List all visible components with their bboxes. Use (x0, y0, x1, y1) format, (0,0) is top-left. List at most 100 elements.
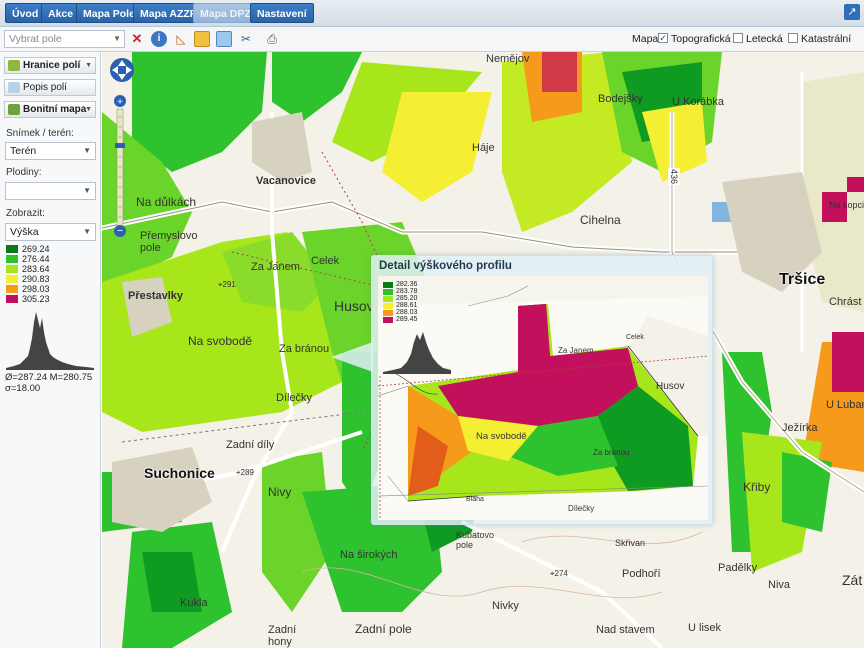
map-label-u-lubana: U Lubana (826, 399, 864, 411)
zobrazit-value: Výška (10, 226, 39, 238)
detail-height-map (378, 276, 708, 520)
map-label-padelky: Padělky (718, 562, 758, 574)
nav-uvod-button[interactable]: Úvod (5, 3, 46, 23)
scissors-icon[interactable]: ✂ (238, 31, 254, 47)
nav-nastaveni-button[interactable]: Nastavení (250, 3, 314, 23)
map-label-niva: Niva (768, 579, 791, 591)
external-link-icon[interactable]: ↗ (844, 4, 860, 20)
map-label-cihelna: Cihelna (580, 213, 621, 227)
svg-text:+: + (117, 97, 123, 108)
chevron-down-icon: ▼ (113, 34, 121, 43)
katastralni-label: Katastrální (801, 33, 852, 45)
map-label-kriby: Křiby (743, 480, 771, 494)
layers-icon[interactable] (216, 31, 232, 47)
plodiny-label: Plodiny: (6, 167, 42, 178)
toolbar: Vybrat pole ▼ ✕ i ◺ ✂ ⎙ Mapa: ✓ Topograf… (0, 27, 864, 52)
zobrazit-label: Zobrazit: (6, 208, 45, 219)
map-label-jezirka: Ježírka (782, 422, 818, 434)
spot-height: ⌖289 (236, 468, 254, 477)
detail-label-husov: Husov (656, 381, 685, 392)
chevron-down-icon: ▼ (85, 62, 92, 69)
map-label-trsice: Tršice (779, 271, 826, 288)
map-label-vacanovice: Vacanovice (256, 175, 316, 187)
detail-title: Detail výškového profilu (379, 260, 512, 272)
chevron-down-icon: ▼ (85, 106, 92, 113)
map-label-zadni-pole: Zadní pole (355, 622, 412, 636)
chevron-down-icon: ▼ (83, 227, 91, 236)
map-label-na-svobode: Na svobodě (188, 334, 253, 348)
map-label-chrast: Chrást (829, 296, 862, 308)
topograficka-checkbox[interactable]: ✓ (658, 33, 668, 43)
map-label-podhori: Podhoří (622, 568, 661, 580)
detail-histogram (383, 332, 451, 374)
map-label-zat: Zát (842, 572, 863, 588)
layer-label: Popis polí (23, 82, 67, 93)
detail-label-celek: Celek (626, 334, 644, 341)
map-label-nemejov: Nemějov (486, 53, 530, 65)
detail-pointer (331, 342, 373, 372)
map-label-nivky: Nivky (492, 600, 519, 612)
layer-hranice-poli-button[interactable]: Hranice polí ▼ (4, 57, 96, 74)
detail-label-za-branou: Za bránou (593, 448, 630, 457)
detail-label-blana: Blana (466, 496, 484, 503)
map-label-bodejsky: Bodejšky (598, 93, 643, 105)
map-type-switch: Mapa: ✓ Topografická Letecká Katastrální (632, 33, 854, 45)
letecka-label: Letecká (746, 33, 783, 45)
stats-mean-median: Ø=287.24 M=280.75 (5, 372, 93, 383)
grid-icon[interactable] (194, 31, 210, 47)
map-label-na-dulkach: Na důlkách (136, 195, 197, 209)
map-label-za-branou: Za bránou (279, 343, 330, 355)
spot-height: ⌖291 (218, 280, 236, 289)
clear-icon[interactable]: ✕ (129, 31, 145, 47)
map-label-za-janem: Za Janem (251, 261, 300, 273)
map-label-u-lisek: U lisek (688, 622, 722, 634)
detail-map: Na svobodě Za Janem Husov Za bránou Díle… (378, 276, 708, 520)
letecka-checkbox[interactable] (733, 33, 743, 43)
height-profile-detail-panel[interactable]: Detail výškového profilu Na svobodě Za J… (371, 255, 713, 525)
print-icon[interactable]: ⎙ (264, 31, 280, 47)
layer-bonitni-mapa-button[interactable]: Bonitní mapa ▼ (4, 101, 96, 118)
map-label-nad-stavem: Nad stavem (596, 624, 655, 636)
map-label-husov: Husov (334, 298, 374, 314)
map-label-haje: Háje (472, 142, 495, 154)
map-label-suchonice: Suchonice (144, 465, 215, 481)
snimek-select[interactable]: Terén ▼ (5, 142, 96, 160)
map-label-na-sirokych: Na širokých (340, 549, 398, 561)
detail-label-dilecky: Dílečky (568, 504, 595, 513)
field-select-placeholder: Vybrat pole (9, 33, 62, 45)
zoom-control: + − (109, 57, 137, 237)
nav-mapa-dpz-button[interactable]: Mapa DPZ (193, 3, 258, 23)
nav-akce-button[interactable]: Akce (41, 3, 81, 23)
field-select[interactable]: Vybrat pole ▼ (4, 30, 125, 48)
info-icon[interactable]: i (151, 31, 167, 47)
chevron-down-icon: ▼ (83, 186, 91, 195)
stats-sigma: σ=18.00 (5, 383, 41, 394)
map-label-kukla: Kukla (180, 597, 208, 609)
top-navigation: Úvod Akce Mapa Pole Mapa AZZP Mapa DPZ N… (0, 0, 864, 27)
height-statistics: Ø=287.24 M=280.75 σ=18.00 (5, 372, 92, 394)
map-label-zadni-dily: Zadní díly (226, 439, 275, 451)
height-histogram (6, 312, 94, 370)
map-label-kubatovo-pole: Kubatovo pole (456, 530, 495, 550)
snimek-label: Snímek / terén: (6, 128, 74, 139)
layer-label: Bonitní mapa (23, 104, 87, 115)
road-number: 436 (668, 168, 680, 186)
map-canvas[interactable]: Nemějov Bodejšky U Korábka Vacanovice Na… (102, 52, 864, 648)
zobrazit-select[interactable]: Výška ▼ (5, 223, 96, 241)
map-label-premyslovo-pole: Přemyslovo pole (140, 230, 198, 254)
measure-icon[interactable]: ◺ (173, 31, 189, 47)
chevron-down-icon: ▼ (83, 146, 91, 155)
sidebar: Hranice polí ▼ Popis polí Bonitní mapa ▼… (0, 52, 101, 648)
layer-label: Hranice polí (23, 60, 81, 71)
map-label-prestavlky: Přestavlky (128, 290, 184, 302)
plodiny-select[interactable]: ▼ (5, 182, 96, 200)
map-label-zadni-hony: Zadní hony (268, 624, 297, 648)
map-label-u-korabka: U Korábka (672, 96, 724, 108)
layer-popis-poli-button[interactable]: Popis polí (4, 79, 96, 96)
field-border-icon (8, 60, 20, 71)
detail-label-za-janem: Za Janem (558, 346, 594, 355)
katastralni-checkbox[interactable] (788, 33, 798, 43)
map-label: Mapa: (632, 33, 662, 45)
pan-zoom-icon[interactable]: + − (109, 57, 137, 237)
field-label-icon (8, 82, 20, 93)
